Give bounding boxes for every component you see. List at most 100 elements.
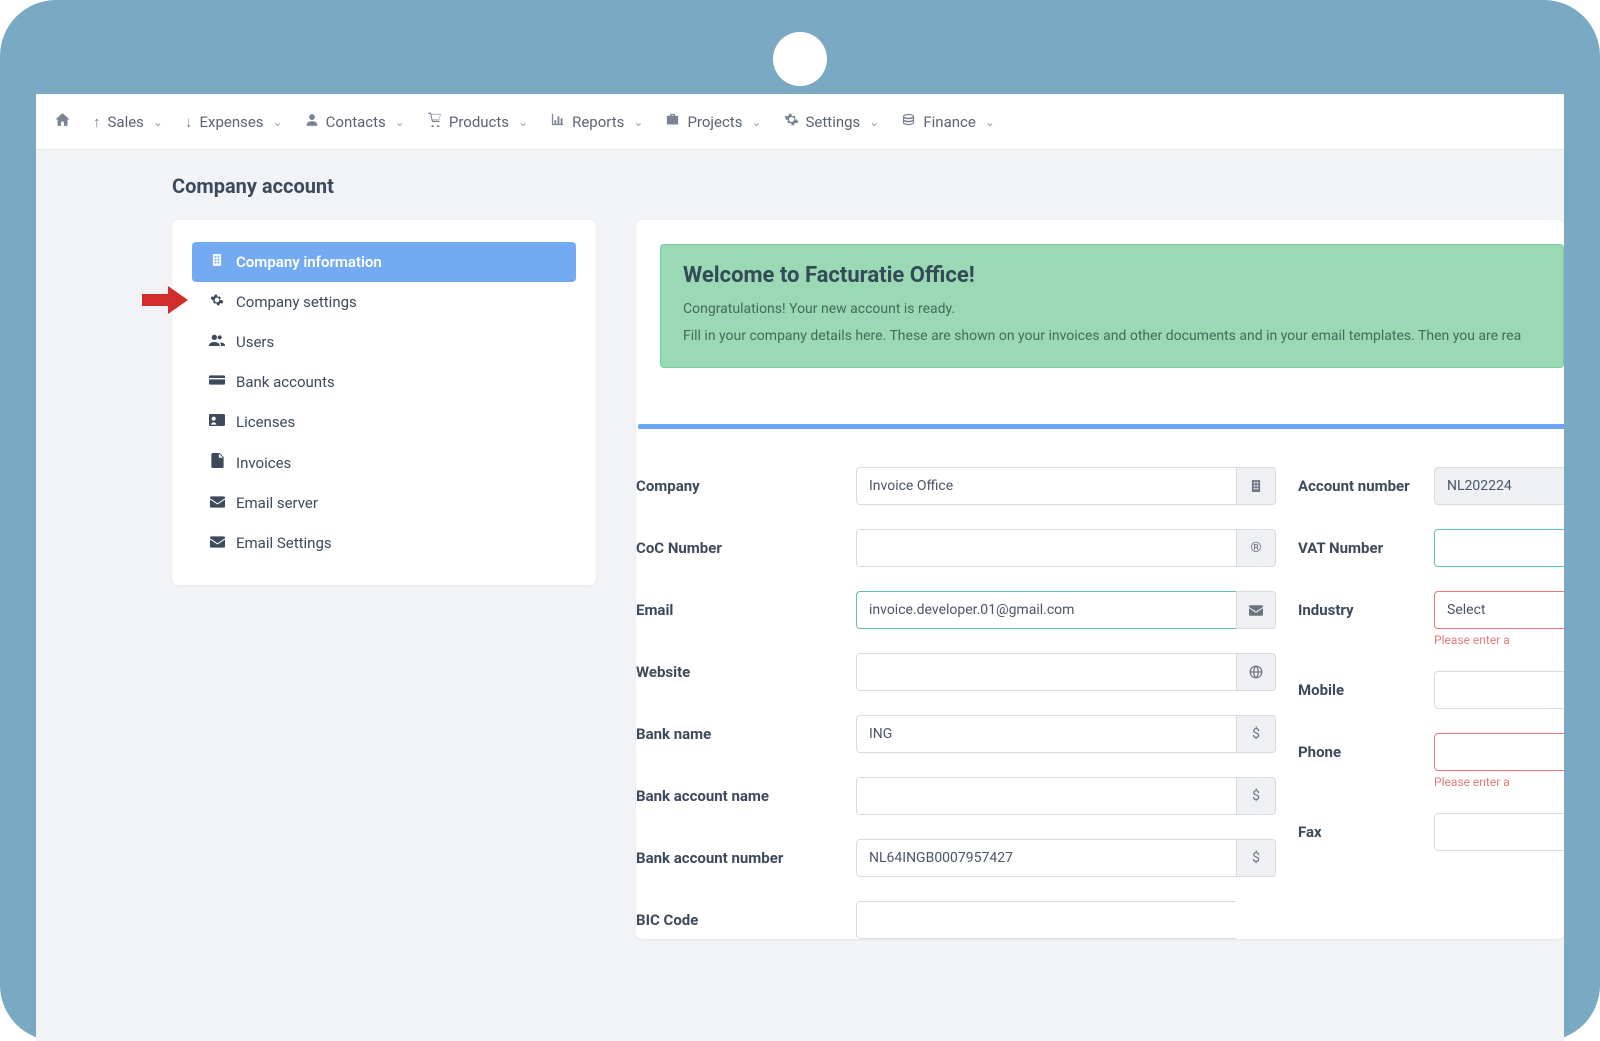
nav-finance[interactable]: Finance ⌄ (901, 112, 995, 131)
company-info-card: Welcome to Facturatie Office! Congratula… (636, 220, 1564, 939)
field-company: Company (636, 467, 1276, 505)
home-icon[interactable] (54, 111, 71, 133)
sidenav-bank-accounts[interactable]: Bank accounts (192, 362, 576, 402)
field-label: Account number (1298, 477, 1434, 495)
gear-icon (208, 293, 226, 311)
sidenav-email-settings[interactable]: Email Settings (192, 523, 576, 563)
company-form: Company CoC Number (636, 429, 1564, 939)
nav-label: Projects (687, 113, 742, 131)
phone-input[interactable] (1434, 733, 1564, 771)
industry-select[interactable] (1434, 591, 1564, 629)
app-screen: ↑ Sales ⌄ ↓ Expenses ⌄ Contacts ⌄ (36, 94, 1564, 1041)
nav-contacts[interactable]: Contacts ⌄ (305, 113, 405, 131)
field-label: Industry (1298, 601, 1434, 619)
nav-reports[interactable]: Reports ⌄ (550, 112, 643, 131)
fax-input[interactable] (1434, 813, 1564, 851)
user-icon (305, 113, 319, 131)
chart-icon (550, 112, 565, 131)
sidenav-label: Company settings (236, 293, 357, 311)
field-label: Bank account name (636, 787, 856, 805)
arrow-down-icon: ↓ (185, 113, 193, 131)
field-label: Bank account number (636, 849, 856, 867)
dollar-icon: $ (1236, 715, 1276, 753)
nav-projects[interactable]: Projects ⌄ (665, 112, 761, 131)
page-title: Company account (172, 174, 1564, 198)
nav-label: Expenses (199, 113, 263, 131)
finance-icon (901, 112, 916, 131)
globe-icon (1236, 653, 1276, 691)
nav-sales[interactable]: ↑ Sales ⌄ (93, 113, 163, 131)
field-label: CoC Number (636, 539, 856, 557)
highlight-arrow-icon (142, 286, 188, 318)
field-website: Website (636, 653, 1276, 691)
nav-label: Settings (806, 113, 861, 131)
sidenav-label: Bank accounts (236, 373, 335, 391)
mobile-input[interactable] (1434, 671, 1564, 709)
sidenav-users[interactable]: Users (192, 322, 576, 362)
nav-label: Sales (108, 113, 144, 131)
field-account-number: Account number (1298, 467, 1564, 505)
field-label: Mobile (1298, 681, 1434, 699)
sidenav-company-settings[interactable]: Company settings (192, 282, 576, 322)
field-bank-account-name: Bank account name $ (636, 777, 1276, 815)
sidenav-label: Invoices (236, 454, 291, 472)
vat-input[interactable] (1434, 529, 1564, 567)
bic-input[interactable] (856, 901, 1236, 939)
credit-card-icon (208, 373, 226, 391)
email-input[interactable] (856, 591, 1236, 629)
bank-account-number-input[interactable] (856, 839, 1236, 877)
field-error: Please enter a (1434, 775, 1564, 789)
field-phone: Phone Please enter a (1298, 733, 1564, 789)
alert-title: Welcome to Facturatie Office! (683, 263, 1541, 288)
device-frame: ↑ Sales ⌄ ↓ Expenses ⌄ Contacts ⌄ (0, 0, 1600, 1041)
building-icon (1236, 467, 1276, 505)
id-card-icon (208, 413, 226, 431)
bank-account-name-input[interactable] (856, 777, 1236, 815)
nav-label: Reports (572, 113, 624, 131)
arrow-up-icon: ↑ (93, 113, 101, 131)
sidenav-company-information[interactable]: Company information (192, 242, 576, 282)
registered-icon: ® (1236, 529, 1276, 567)
nav-products[interactable]: Products ⌄ (427, 112, 528, 131)
file-invoice-icon (208, 453, 226, 472)
envelope-icon (208, 534, 226, 552)
nav-expenses[interactable]: ↓ Expenses ⌄ (185, 113, 283, 131)
website-input[interactable] (856, 653, 1236, 691)
chevron-down-icon: ⌄ (633, 115, 643, 129)
chevron-down-icon: ⌄ (273, 115, 283, 129)
nav-settings[interactable]: Settings ⌄ (784, 112, 880, 131)
device-camera (773, 32, 827, 86)
field-label: Phone (1298, 743, 1434, 761)
chevron-down-icon: ⌄ (518, 115, 528, 129)
sidenav-label: Licenses (236, 413, 295, 431)
chevron-down-icon: ⌄ (751, 115, 761, 129)
side-nav: Company information Company settings (172, 220, 596, 585)
field-label: VAT Number (1298, 539, 1434, 557)
field-bank-name: Bank name $ (636, 715, 1276, 753)
field-label: Email (636, 601, 856, 619)
sidenav-label: Users (236, 333, 274, 351)
field-label: Bank name (636, 725, 856, 743)
briefcase-icon (665, 112, 680, 131)
sidenav-invoices[interactable]: Invoices (192, 442, 576, 483)
field-error: Please enter a (1434, 633, 1564, 647)
users-icon (208, 333, 226, 351)
company-input[interactable] (856, 467, 1236, 505)
gear-icon (784, 112, 799, 131)
nav-label: Finance (923, 113, 975, 131)
sidenav-email-server[interactable]: Email server (192, 483, 576, 523)
field-label: Website (636, 663, 856, 681)
bank-name-input[interactable] (856, 715, 1236, 753)
field-label: Fax (1298, 823, 1434, 841)
envelope-icon (208, 494, 226, 512)
field-coc: CoC Number ® (636, 529, 1276, 567)
nav-label: Products (449, 113, 509, 131)
sidenav-label: Email Settings (236, 534, 332, 552)
field-label: Company (636, 477, 856, 495)
field-label: BIC Code (636, 911, 856, 929)
sidenav-licenses[interactable]: Licenses (192, 402, 576, 442)
coc-input[interactable] (856, 529, 1236, 567)
chevron-down-icon: ⌄ (869, 115, 879, 129)
field-vat: VAT Number (1298, 529, 1564, 567)
chevron-down-icon: ⌄ (985, 115, 995, 129)
